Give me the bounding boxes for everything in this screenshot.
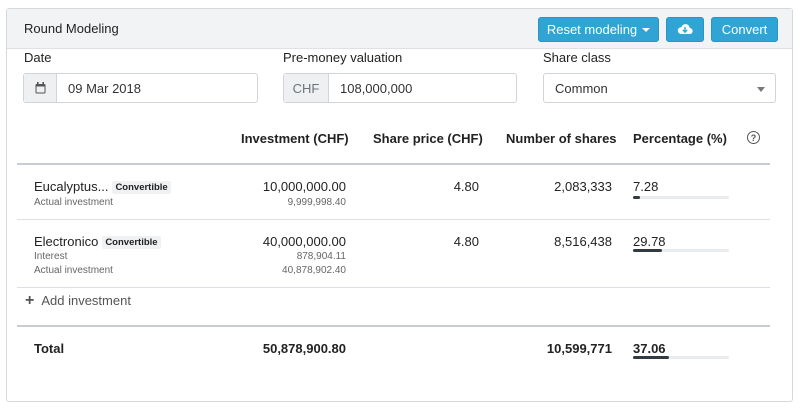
add-investment-label: Add investment: [41, 293, 131, 308]
actual-investment-value: 9,999,998.40: [287, 197, 346, 208]
shares-value: 8,516,438: [554, 234, 612, 249]
reset-modeling-label: Reset modeling: [546, 22, 638, 37]
round-modeling-card: Round Modeling Reset modeling Convert: [6, 8, 793, 402]
total-percentage-bar-fill: [633, 356, 669, 359]
reset-modeling-button[interactable]: Reset modeling: [538, 17, 659, 42]
plus-icon: +: [25, 292, 35, 309]
percentage-bar-fill: [633, 249, 662, 252]
shares-value: 2,083,333: [554, 179, 612, 194]
percentage-value: 29.78: [633, 234, 666, 249]
header-divider: [17, 163, 770, 165]
header-share-price: Share price (CHF): [373, 131, 483, 146]
percentage-bar: [633, 196, 729, 199]
download-button[interactable]: [666, 17, 704, 42]
investor-name: Electronico: [34, 234, 99, 249]
share-price-value: 4.80: [453, 234, 479, 249]
investor-name-cell[interactable]: Eucalyptus... Convertible: [34, 179, 171, 194]
investor-name-cell[interactable]: Electronico Convertible: [34, 234, 161, 249]
total-percentage: 37.06: [633, 341, 666, 356]
date-field[interactable]: 09 Mar 2018: [23, 73, 258, 103]
valuation-label: Pre-money valuation: [283, 50, 403, 65]
convertible-badge: Convertible: [102, 236, 161, 249]
calendar-addon: [24, 74, 57, 102]
chevron-down-icon: [757, 87, 765, 92]
header-percentage: Percentage (%): [633, 131, 727, 146]
add-investment-button[interactable]: + Add investment: [25, 292, 131, 309]
row-divider: [17, 287, 770, 288]
investment-value: 40,000,000.00: [262, 234, 346, 249]
valuation-field[interactable]: CHF 108,000,000: [283, 73, 517, 103]
convertible-badge: Convertible: [112, 181, 171, 194]
caret-down-icon: [642, 28, 651, 32]
valuation-value: 108,000,000: [340, 80, 413, 96]
header-shares: Number of shares: [506, 131, 617, 146]
row-sub-label: Actual investment: [34, 265, 113, 276]
share-class-label: Share class: [543, 50, 611, 65]
total-investment: 50,878,900.80: [262, 341, 346, 356]
investor-name: Eucalyptus...: [34, 179, 109, 194]
interest-value: 878,904.11: [296, 251, 346, 262]
calendar-icon: [35, 82, 45, 94]
total-divider: [17, 325, 770, 327]
share-class-value: Common: [555, 80, 608, 96]
convert-label: Convert: [721, 22, 768, 37]
share-price-value: 4.80: [453, 179, 479, 194]
percentage-value: 7.28: [633, 179, 659, 194]
share-class-select[interactable]: Common: [543, 73, 776, 103]
card-header: Round Modeling Reset modeling Convert: [7, 9, 792, 49]
total-label: Total: [34, 341, 65, 356]
currency-addon: CHF: [284, 74, 329, 102]
date-label: Date: [24, 50, 52, 65]
total-percentage-bar: [633, 356, 729, 359]
date-value: 09 Mar 2018: [68, 80, 141, 96]
total-shares: 10,599,771: [546, 341, 612, 356]
actual-investment-value: 40,878,902.40: [282, 265, 346, 276]
row-divider: [17, 219, 770, 220]
cloud-download-icon: [677, 24, 693, 35]
investment-value: 10,000,000.00: [262, 179, 346, 194]
row-sub-label: Actual investment: [34, 197, 113, 208]
convert-button[interactable]: Convert: [711, 17, 778, 42]
row-sub-label: Interest: [34, 251, 68, 262]
header-investment: Investment (CHF): [241, 131, 349, 146]
percentage-bar: [633, 249, 729, 252]
help-icon[interactable]: ?: [747, 131, 760, 144]
card-title: Round Modeling: [24, 21, 119, 36]
percentage-bar-fill: [633, 196, 640, 199]
